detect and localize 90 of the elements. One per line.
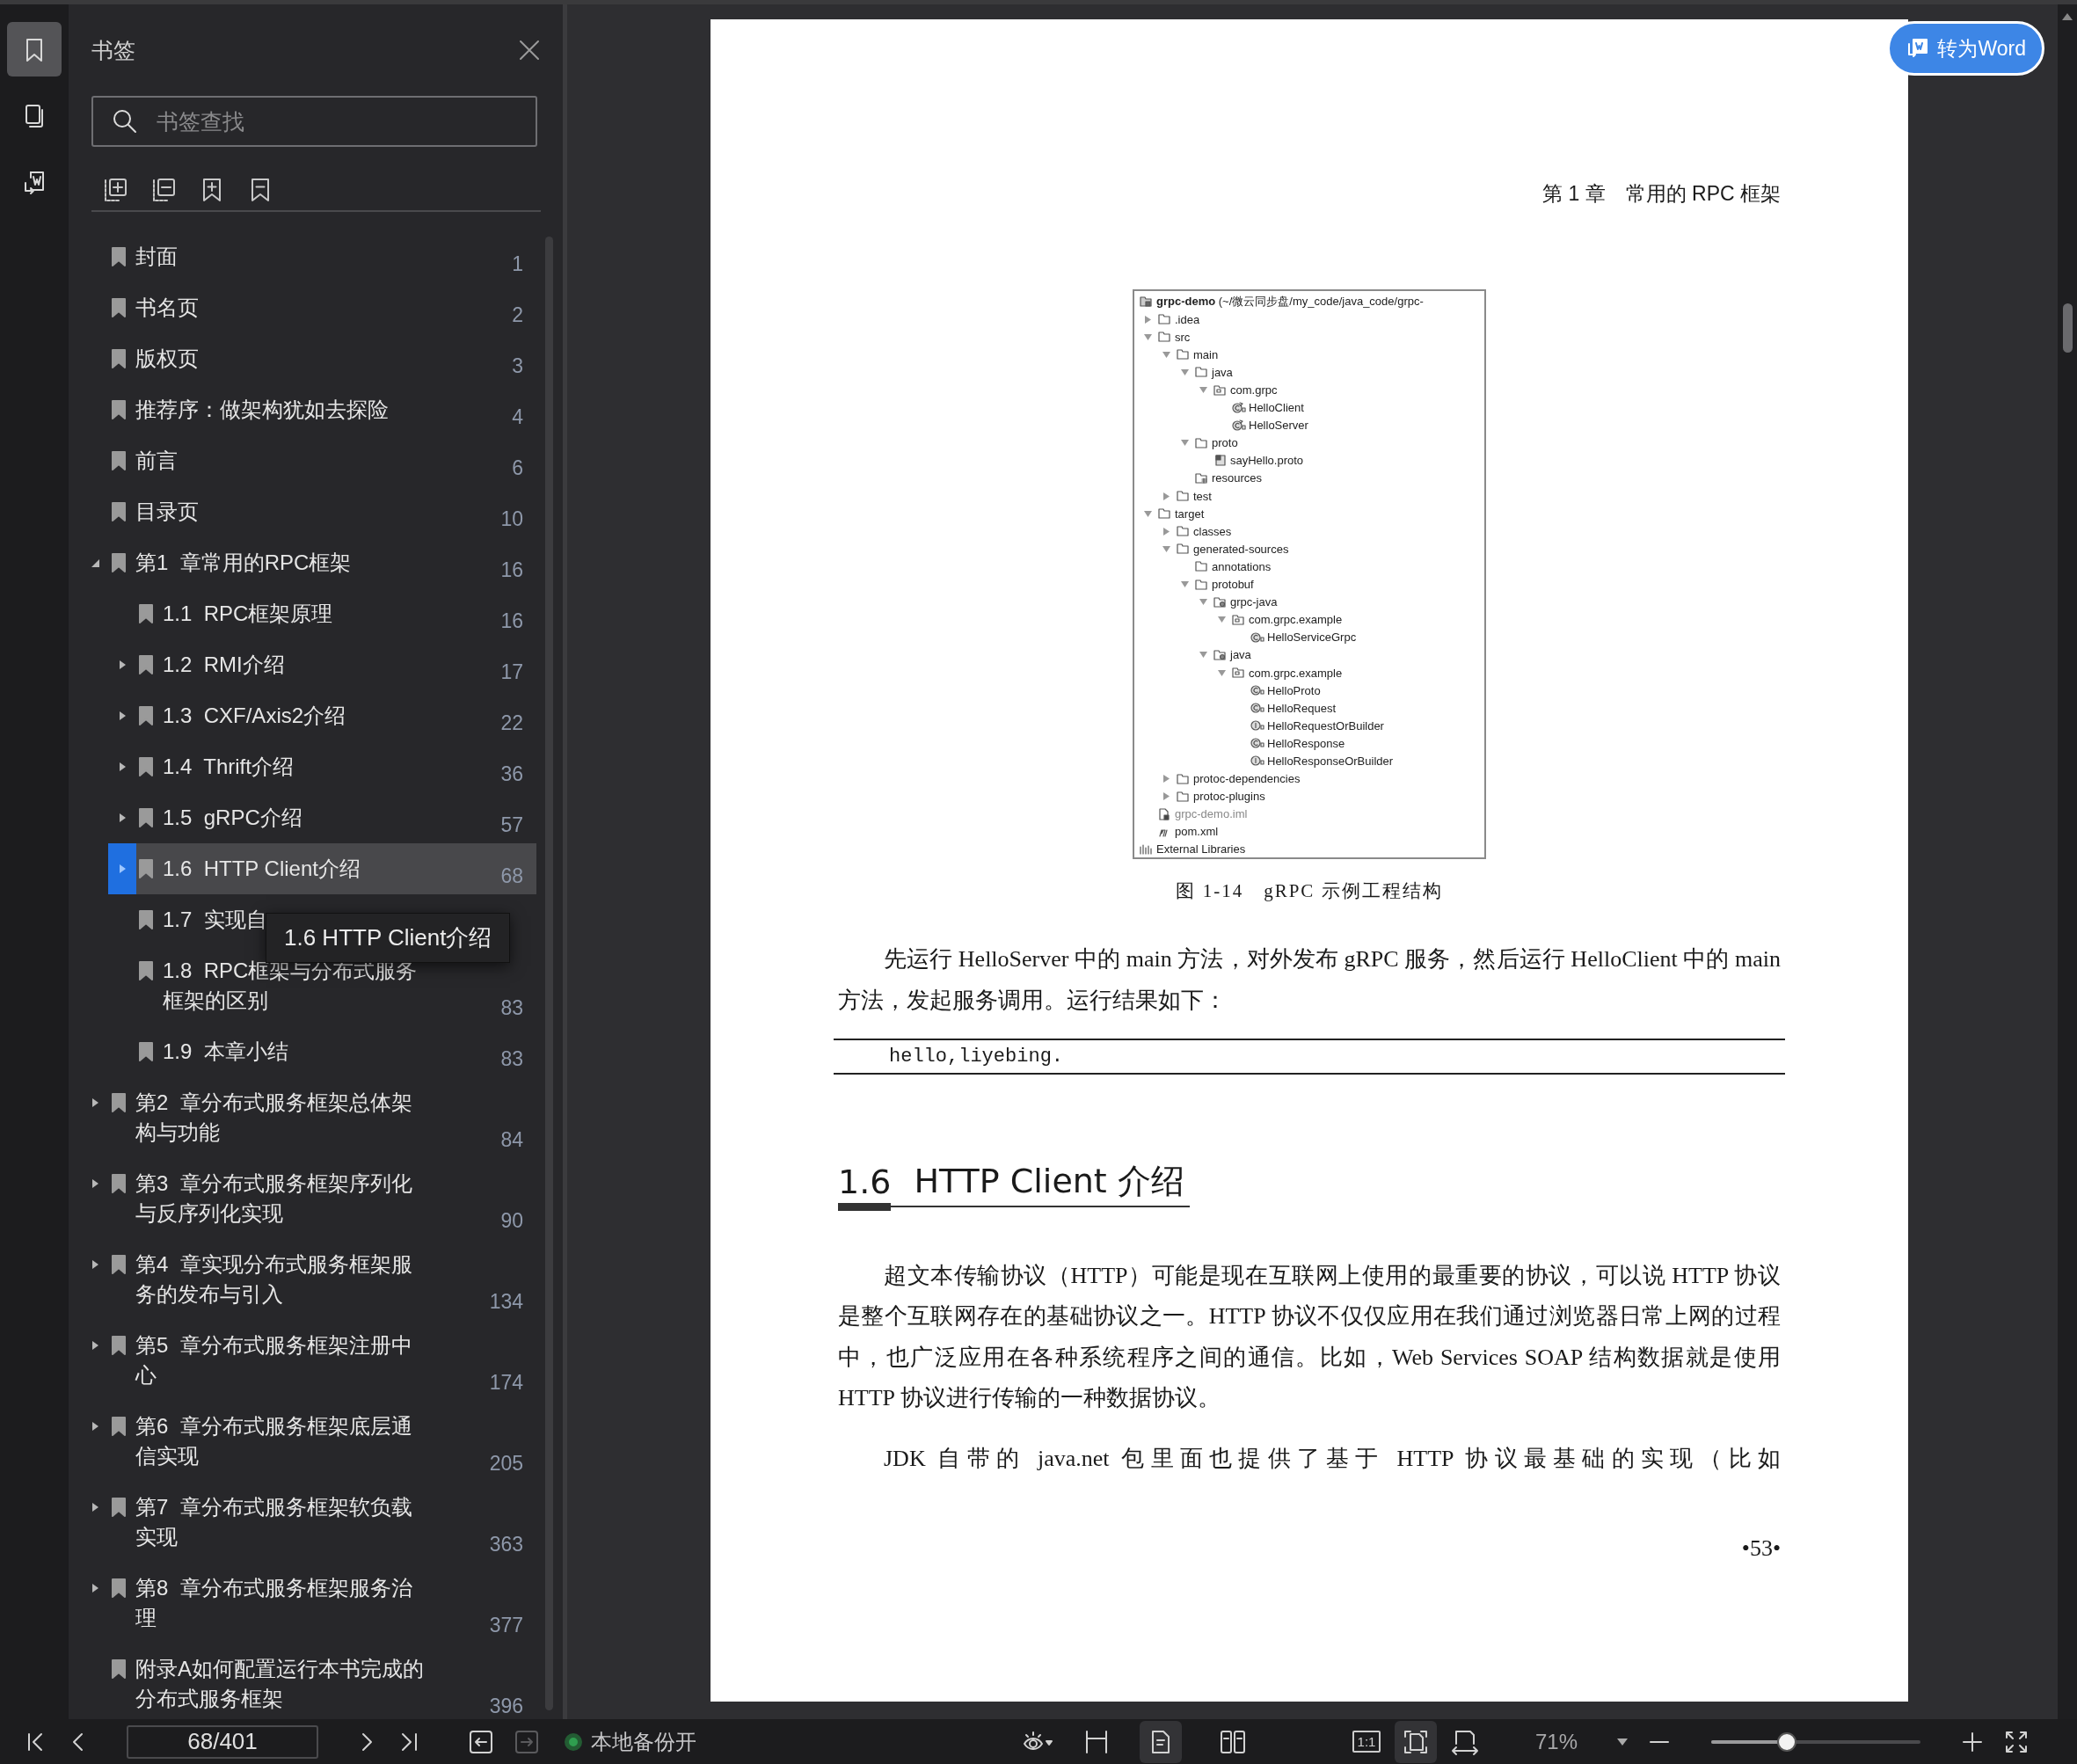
page-number: 396 <box>489 1695 523 1717</box>
tree-item-label: HelloServer <box>1249 419 1308 433</box>
tree-item-label: HelloRequest <box>1267 701 1337 715</box>
tree-item-label: HelloRequestOrBuilder <box>1267 718 1384 733</box>
bookmark-title: 第6 章分布式服务框架底层通信实现 <box>135 1413 413 1469</box>
page-number: 205 <box>489 1452 523 1475</box>
bookmark-title: 第3 章分布式服务框架序列化与反序列化实现 <box>135 1170 413 1227</box>
bookmark-title: 1.3 CXF/Axis2介绍 <box>163 703 347 729</box>
page-number: 3 <box>512 354 523 377</box>
tree-item-label: HelloResponseOrBuilder <box>1267 754 1394 768</box>
tree-item-label: protobuf <box>1212 578 1254 592</box>
tree-item-label: .idea <box>1175 312 1200 326</box>
tree-item-label: java <box>1212 365 1233 379</box>
page-number: 90 <box>500 1209 523 1232</box>
bookmark-title: 1.9 本章小结 <box>163 1039 289 1065</box>
page-number: 57 <box>500 813 523 836</box>
tree-item-label: com.grpc.example <box>1249 613 1343 627</box>
tree-item-label: generated-sources <box>1193 542 1289 556</box>
bookmark-title: 第5 章分布式服务框架注册中心 <box>135 1332 413 1389</box>
bookmark-title: 1.4 Thrift介绍 <box>163 754 295 780</box>
tree-item-label: com.grpc.example <box>1249 666 1343 680</box>
tree-item-label: test <box>1193 489 1212 503</box>
tree-item-label: HelloProto <box>1267 683 1321 697</box>
page-number: 6 <box>512 456 523 479</box>
bookmark-title: 前言 <box>135 448 179 474</box>
bookmark-title: 第2 章分布式服务框架总体架构与功能 <box>135 1090 413 1146</box>
tooltip: 1.6 HTTP Client介绍 <box>266 913 511 963</box>
paragraph: 超文本传输协议（HTTP）可能是现在互联网上使用的最重要的协议，可以说 HTTP 协议是整个互联网存在的基础协议之一。HTTP 协议不仅仅应用在我们通过浏览器日常上网的过程中，也广泛应用在各种系统程序之间的通信。比如，Web Services SOAP 结构数据就是使用 HTTP 协议进行传输的一种数据协议。 <box>838 1261 1781 1413</box>
bookmark-title: 1.5 gRPC介绍 <box>163 805 303 831</box>
bookmark-title: 附录A如何配置运行本书完成的分布式服务框架 <box>135 1656 425 1712</box>
bookmark-title: 书名页 <box>135 295 200 321</box>
tree-item-label: main <box>1193 347 1219 361</box>
page-number: 36 <box>500 762 523 785</box>
tree-item-label: protoc-dependencies <box>1193 772 1301 786</box>
bookmark-title: 目录页 <box>135 499 200 525</box>
tree-item-label: com.grpc <box>1230 383 1278 397</box>
page-number: 2 <box>512 303 523 326</box>
page-number: 363 <box>489 1533 523 1556</box>
tree-item-label: HelloResponse <box>1267 736 1345 750</box>
bookmark-title: 第7 章分布式服务框架软负载实现 <box>135 1494 413 1550</box>
page-number: 174 <box>489 1371 523 1394</box>
bookmark-title: 封面 <box>135 244 179 270</box>
tree-item-label: protoc-plugins <box>1193 790 1265 804</box>
page-number: 83 <box>500 1047 523 1070</box>
tree-item-label: proto <box>1212 436 1238 450</box>
page-number: 134 <box>489 1290 523 1313</box>
tree-item-label: HelloClient <box>1249 401 1304 415</box>
tree-item-label: java <box>1230 648 1251 662</box>
bookmark-title: 1.7 实现自 <box>163 907 268 933</box>
backup-status: 本地备份开 <box>591 1728 696 1755</box>
page-number: 1 <box>512 252 523 275</box>
running-header: 第 1 章 常用的 RPC 框架 <box>1542 181 1781 207</box>
page-number: 68 <box>500 864 523 887</box>
page-number: 16 <box>500 609 523 632</box>
code-line: hello,liyebing. <box>889 1046 1064 1068</box>
bookmark-title: 第4 章实现分布式服务框架服务的发布与引入 <box>135 1251 413 1308</box>
page-number: 84 <box>500 1128 523 1151</box>
tree-item-label: sayHello.proto <box>1230 454 1304 468</box>
tree-item-label: pom.xml <box>1175 825 1219 839</box>
paragraph: JDK 自带的 java.net 包里面也提供了基于 HTTP 协议最基础的实现（比如 <box>883 1444 1781 1473</box>
bookmark-title: 1.1 RPC框架原理 <box>163 601 334 627</box>
page-number: 83 <box>500 996 523 1019</box>
page-number: •53• <box>1741 1535 1781 1563</box>
tree-item-label: annotations <box>1212 559 1272 573</box>
tree-item-label: grpc-java <box>1230 595 1278 609</box>
tree-item-label: resources <box>1212 471 1263 485</box>
page-number: 4 <box>512 405 523 428</box>
bookmark-title: 1.2 RMI介绍 <box>163 652 286 678</box>
tree-item-label: classes <box>1193 524 1232 538</box>
page-number: 377 <box>489 1614 523 1636</box>
tree-item-label: src <box>1175 330 1191 344</box>
page-number: 17 <box>500 660 523 683</box>
tree-item-label: grpc-demo.iml <box>1175 807 1248 821</box>
figure-caption: 图 1-14 gRPC 示例工程结构 <box>1176 879 1443 903</box>
bookmark-title: 第8 章分布式服务框架服务治理 <box>135 1575 413 1631</box>
bookmark-title: 第1 章常用的RPC框架 <box>135 550 353 576</box>
tree-item-label: External Libraries <box>1156 842 1246 856</box>
page-number: 16 <box>500 558 523 581</box>
tree-item-label: target <box>1175 507 1205 521</box>
bookmark-title: 推荐序：做架构犹如去探险 <box>135 397 390 423</box>
section-heading: HTTP Client 介绍 <box>914 1162 1184 1202</box>
tree-item-label: HelloServiceGrpc <box>1267 631 1357 645</box>
page-number: 22 <box>500 711 523 734</box>
bookmark-title: 1.6 HTTP Client介绍 <box>163 856 361 882</box>
panel-title: 书签 <box>91 36 135 64</box>
page-number: 10 <box>500 507 523 530</box>
bookmark-title: 版权页 <box>135 346 200 372</box>
section-number: 1.6 <box>838 1163 892 1211</box>
tree-item-label: grpc-demo (~/微云同步盘/my_code/java_code/grpc- <box>1156 294 1424 310</box>
paragraph: 先运行 HelloServer 中的 main 方法，对外发布 gRPC 服务，然后运行 HelloClient 中的 main 方法，发起服务调用。运行结果如下： <box>838 945 1781 1015</box>
